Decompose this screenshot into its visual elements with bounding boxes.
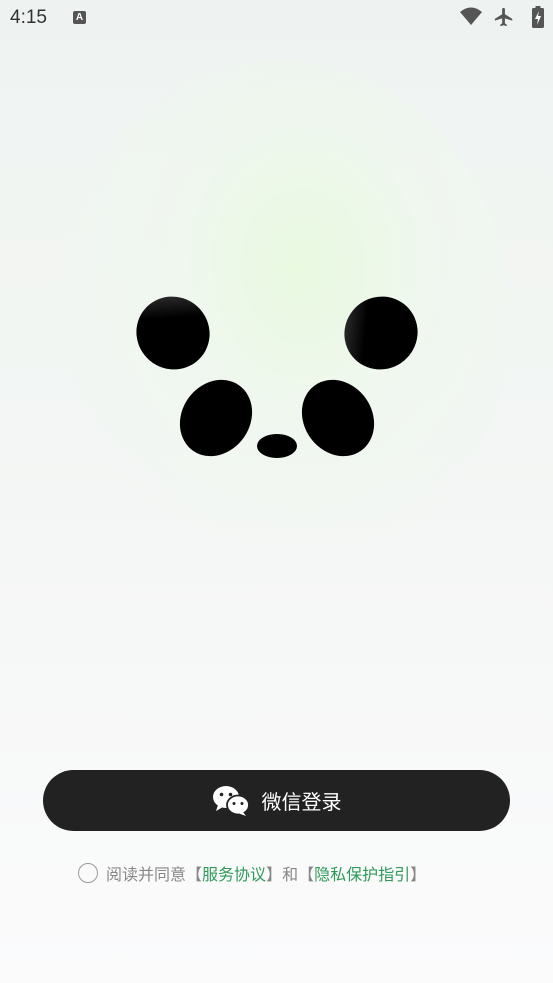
agreement-row: 阅读并同意 【 服务协议 】 和 【 隐私保护指引 】: [78, 860, 426, 886]
bracket-open-2: 【: [298, 865, 315, 884]
panda-left-eye: [179, 379, 253, 457]
agreement-prefix: 阅读并同意: [106, 865, 187, 884]
bracket-close: 】: [266, 865, 283, 884]
status-bar: 4:15 A: [0, 0, 553, 38]
agreement-checkbox[interactable]: [78, 863, 98, 883]
status-time: 4:15: [10, 7, 47, 28]
wechat-login-label: 微信登录: [261, 790, 342, 814]
panda-right-eye: [301, 379, 375, 457]
airplane-mode-icon: [494, 7, 513, 27]
panda-left-ear: [136, 296, 210, 370]
privacy-guide-link[interactable]: 隐私保护指引: [314, 861, 410, 885]
wechat-icon: [212, 785, 250, 816]
bracket-close-2: 】: [410, 865, 427, 884]
wechat-login-button[interactable]: 微信登录: [43, 770, 510, 831]
panda-face-icon: [136, 296, 418, 458]
wifi-icon: [460, 7, 482, 25]
battery-icon: [532, 6, 544, 28]
service-agreement-link[interactable]: 服务协议: [202, 861, 266, 885]
panda-nose: [257, 434, 297, 458]
bracket-open: 【: [186, 865, 203, 884]
panda-right-ear: [344, 296, 418, 370]
notification-badge-icon: A: [73, 11, 86, 24]
agreement-conjunction: 和: [282, 865, 299, 884]
